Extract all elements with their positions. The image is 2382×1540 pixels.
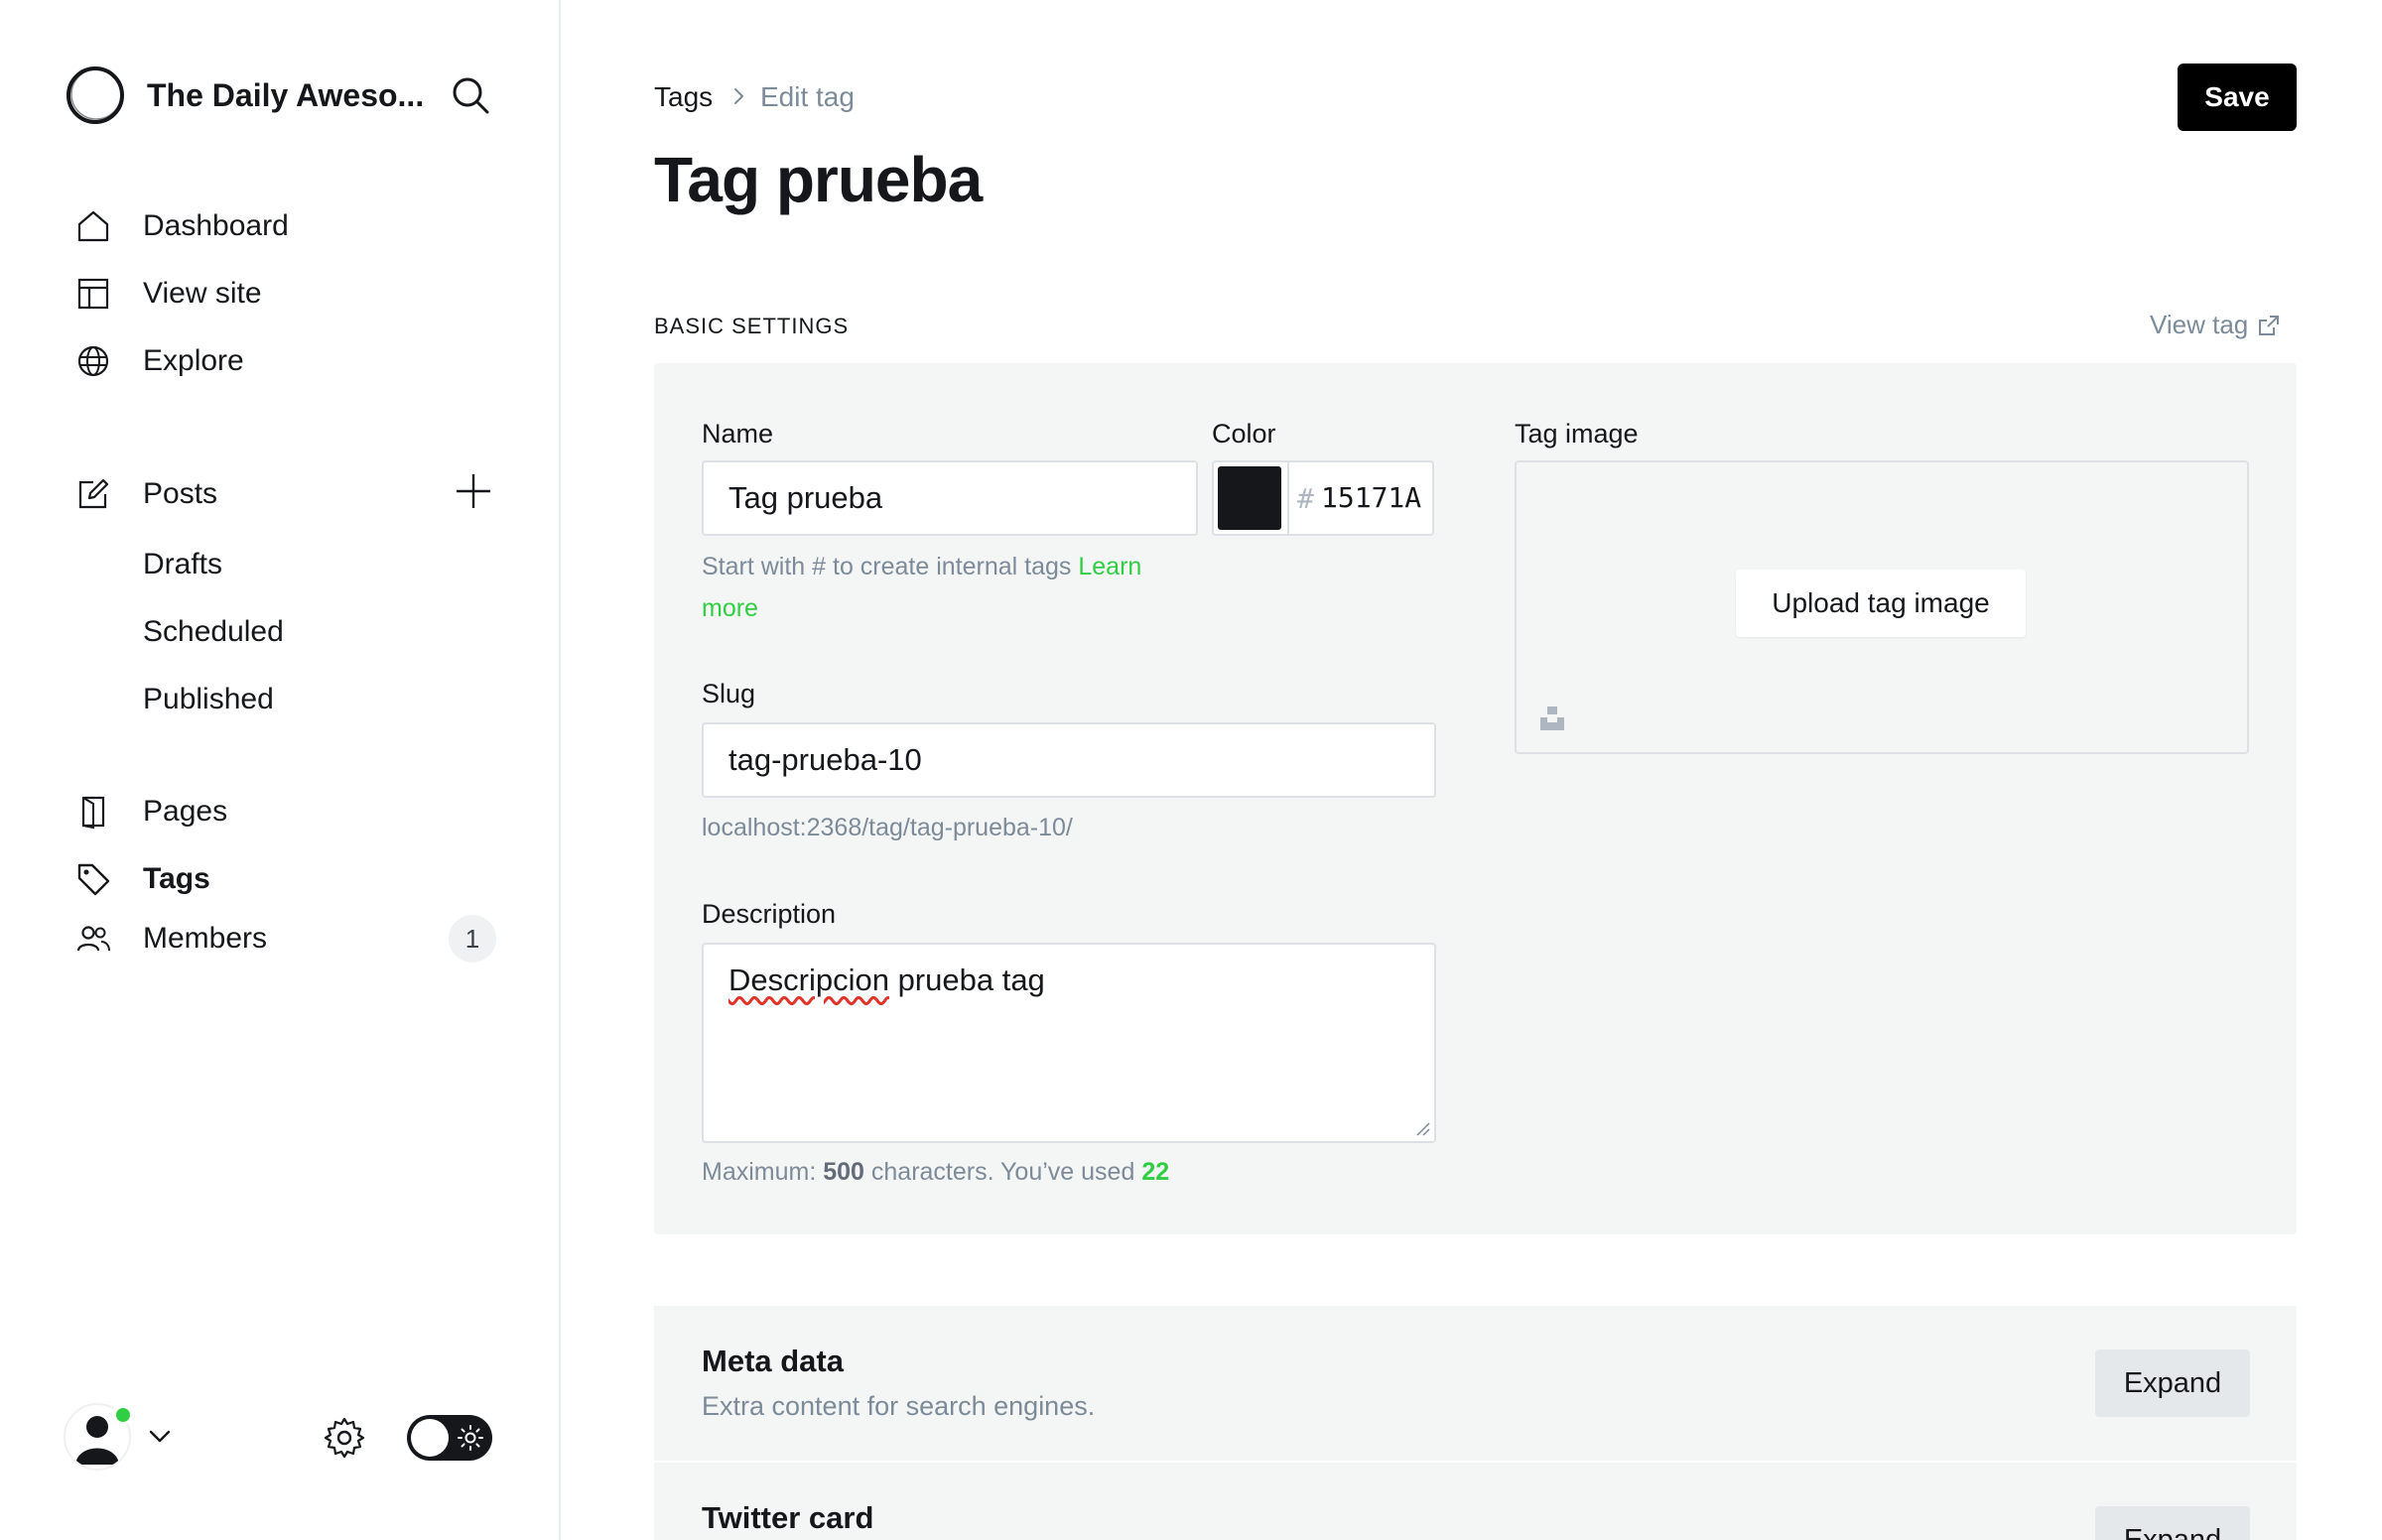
chevron-right-icon bbox=[734, 88, 743, 104]
breadcrumb-tags-link[interactable]: Tags bbox=[654, 81, 713, 113]
twitter-card-expand-button[interactable]: Expand bbox=[2095, 1506, 2250, 1540]
nav-dashboard-label: Dashboard bbox=[143, 209, 289, 242]
desc-hint-used: 22 bbox=[1141, 1158, 1170, 1186]
slug-label: Slug bbox=[702, 679, 756, 708]
breadcrumb-current: Edit tag bbox=[760, 81, 855, 112]
misspelled-word: Descripcion bbox=[728, 962, 889, 997]
name-hint-text: Start with # to create internal tags bbox=[702, 553, 1072, 580]
learn-more-link[interactable]: Learn bbox=[1078, 553, 1141, 580]
nav-members-label: Members bbox=[143, 922, 268, 955]
tag-icon bbox=[73, 859, 113, 899]
description-text: prueba tag bbox=[888, 962, 1045, 997]
desc-hint-middle: characters. You’ve used bbox=[863, 1158, 1142, 1186]
name-input[interactable]: Tag prueba bbox=[702, 460, 1198, 536]
color-hash: # bbox=[1297, 482, 1314, 515]
members-count-badge: 1 bbox=[449, 915, 496, 962]
color-label: Color bbox=[1212, 419, 1276, 449]
view-tag-link[interactable]: View tag bbox=[2150, 310, 2282, 340]
color-swatch[interactable] bbox=[1218, 466, 1281, 530]
nav-view-site[interactable]: View site bbox=[73, 266, 262, 321]
nav-pages[interactable]: Pages bbox=[73, 784, 227, 839]
search-icon[interactable] bbox=[449, 73, 492, 117]
chevron-down-icon[interactable] bbox=[145, 1421, 175, 1451]
description-label: Description bbox=[702, 899, 837, 929]
site-logo-icon[interactable] bbox=[66, 65, 125, 125]
sidebar: The Daily Aweso... Dashboard View site E… bbox=[0, 0, 561, 1540]
nav-dashboard[interactable]: Dashboard bbox=[73, 198, 289, 254]
meta-data-description: Extra content for search engines. bbox=[702, 1391, 1096, 1421]
twitter-card: Twitter card Expand bbox=[654, 1463, 2297, 1540]
meta-data-card: Meta data Extra content for search engin… bbox=[654, 1306, 2297, 1461]
page-title: Tag prueba bbox=[654, 144, 983, 215]
resize-handle-icon[interactable] bbox=[1415, 1121, 1431, 1137]
home-icon bbox=[73, 206, 113, 246]
color-field[interactable]: # 15171A bbox=[1212, 460, 1434, 536]
nav-tags-label: Tags bbox=[143, 862, 210, 895]
description-hint: Maximum: 500 characters. You’ve used 22 bbox=[702, 1151, 1169, 1193]
twitter-card-title: Twitter card bbox=[702, 1500, 874, 1535]
pages-icon bbox=[73, 792, 113, 832]
online-status-dot bbox=[113, 1405, 133, 1425]
learn-more-link-cont[interactable]: more bbox=[702, 594, 758, 622]
site-title[interactable]: The Daily Aweso... bbox=[147, 77, 424, 114]
members-icon bbox=[73, 919, 113, 959]
nav-tags[interactable]: Tags bbox=[73, 851, 210, 907]
nav-explore-label: Explore bbox=[143, 344, 244, 377]
toggle-knob bbox=[411, 1419, 449, 1457]
nav-explore[interactable]: Explore bbox=[73, 333, 244, 389]
slug-input[interactable]: tag-prueba-10 bbox=[702, 722, 1436, 798]
name-label: Name bbox=[702, 419, 774, 449]
desc-hint-max: 500 bbox=[823, 1158, 864, 1186]
meta-data-expand-button[interactable]: Expand bbox=[2095, 1349, 2250, 1417]
color-divider bbox=[1287, 462, 1289, 534]
globe-icon bbox=[73, 341, 113, 381]
theme-toggle[interactable] bbox=[407, 1415, 492, 1461]
save-button[interactable]: Save bbox=[2178, 64, 2297, 131]
nav-published[interactable]: Published bbox=[143, 683, 274, 716]
nav-pages-label: Pages bbox=[143, 795, 228, 828]
nav-view-site-label: View site bbox=[143, 277, 262, 310]
tag-image-label: Tag image bbox=[1515, 419, 1639, 449]
nav-drafts[interactable]: Drafts bbox=[143, 548, 222, 581]
view-tag-label: View tag bbox=[2150, 310, 2249, 339]
upload-tag-image-button[interactable]: Upload tag image bbox=[1736, 570, 2026, 637]
meta-data-title: Meta data bbox=[702, 1344, 844, 1378]
name-hint: Start with # to create internal tags Lea… bbox=[702, 546, 1218, 629]
description-textarea[interactable]: Descripcion prueba tag bbox=[702, 943, 1436, 1143]
gear-icon[interactable] bbox=[322, 1415, 367, 1461]
unsplash-icon[interactable] bbox=[1538, 705, 1566, 732]
view-site-icon bbox=[73, 274, 113, 314]
color-hex-input[interactable]: 15171A bbox=[1321, 481, 1421, 514]
nav-posts-label: Posts bbox=[143, 477, 218, 510]
nav-scheduled[interactable]: Scheduled bbox=[143, 615, 284, 649]
desc-hint-prefix: Maximum: bbox=[702, 1158, 824, 1186]
external-link-icon bbox=[2259, 315, 2280, 335]
slug-url: localhost:2368/tag/tag-prueba-10/ bbox=[702, 814, 1073, 841]
sun-icon bbox=[458, 1425, 483, 1451]
edit-icon bbox=[73, 474, 113, 514]
section-label-basic-settings: BASIC SETTINGS bbox=[654, 314, 850, 338]
nav-posts[interactable]: Posts bbox=[73, 466, 217, 522]
plus-icon[interactable] bbox=[451, 468, 496, 514]
nav-members[interactable]: Members bbox=[73, 911, 267, 966]
